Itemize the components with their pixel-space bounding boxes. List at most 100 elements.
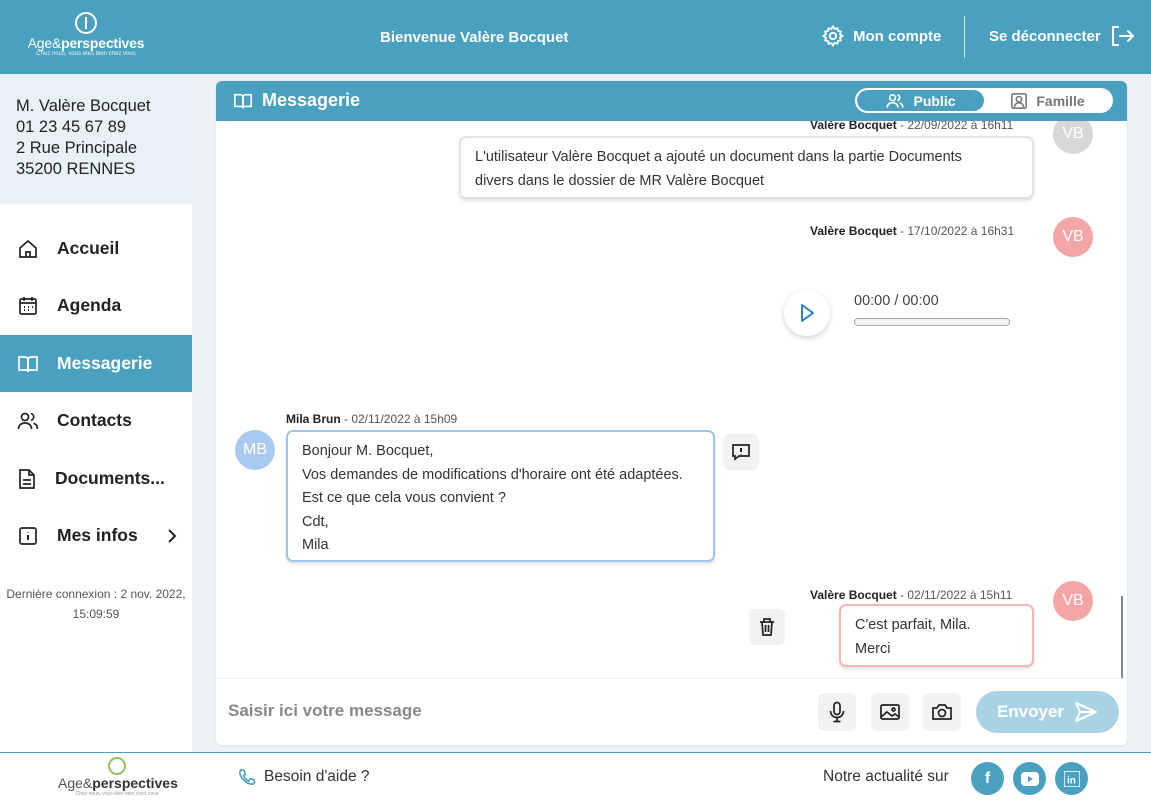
report-message-button[interactable] — [723, 434, 759, 470]
message-bubble: C'est parfait, Mila. Merci — [839, 604, 1034, 667]
top-header: Age&perspectives Chez nous, vous êtes bi… — [0, 0, 1151, 74]
sidebar-item-mes-infos[interactable]: Mes infos — [0, 507, 192, 564]
logo-wordmark: Age&perspectives — [27, 35, 145, 51]
scrollbar[interactable] — [1121, 596, 1123, 678]
message-line: Mila — [302, 537, 329, 553]
message-input[interactable]: Saisir ici votre message — [228, 701, 422, 721]
users-icon — [886, 93, 905, 108]
page-title: Messagerie — [232, 90, 360, 111]
report-icon — [732, 444, 750, 461]
document-icon — [19, 468, 35, 489]
last-login-time: 15:09:59 — [72, 607, 120, 621]
last-login-label: Dernière connexion : 2 nov. 2022, — [6, 587, 186, 601]
footer-logo[interactable]: Age&perspectives Chez nous, vous êtes bi… — [58, 757, 178, 797]
message-line: Bonjour M. Bocquet, — [302, 443, 434, 459]
sidebar-item-accueil[interactable]: Accueil — [0, 220, 192, 277]
message-bubble: Bonjour M. Bocquet, Vos demandes de modi… — [286, 430, 715, 562]
account-label: Mon compte — [853, 27, 942, 45]
message-line: L'utilisateur Valère Bocquet a ajouté un… — [475, 149, 962, 165]
contact-card-icon — [1011, 92, 1028, 109]
facebook-icon[interactable]: f — [971, 762, 1004, 795]
audio-time: 00:00 / 00:00 — [854, 293, 939, 309]
book-icon — [18, 355, 38, 372]
page-title-text: Messagerie — [262, 90, 361, 110]
message-meta: Valère Bocquet - 22/09/2022 à 16h11 — [810, 121, 1014, 132]
message-line: Est ce que cela vous convient ? — [302, 490, 506, 506]
delete-message-button[interactable] — [749, 609, 785, 645]
logo-tagline: Chez nous, vous êtes bien chez vous — [36, 51, 136, 57]
attach-image-button[interactable] — [871, 693, 909, 731]
welcome-text: Bienvenue Valère Bocquet — [380, 29, 569, 46]
youtube-icon[interactable] — [1013, 762, 1046, 795]
footer: Age&perspectives Chez nous, vous êtes bi… — [0, 752, 1151, 800]
record-audio-button[interactable] — [818, 693, 856, 731]
info-icon — [19, 526, 37, 545]
help-link[interactable]: Besoin d'aide ? — [238, 768, 370, 786]
avatar: MB — [235, 430, 275, 470]
users-icon — [17, 412, 39, 429]
youtube-play-icon — [1020, 771, 1039, 786]
sidebar-item-label: Accueil — [57, 238, 120, 258]
message-bubble: L'utilisateur Valère Bocquet a ajouté un… — [459, 136, 1034, 199]
sidebar-item-label: Documents... — [55, 468, 165, 488]
logout-label: Se déconnecter — [989, 27, 1101, 45]
footer-wordmark: Age&perspectives — [58, 775, 178, 791]
trash-icon — [760, 618, 774, 636]
linkedin-icon[interactable]: in — [1055, 762, 1088, 795]
sidebar-item-label: Messagerie — [57, 353, 153, 373]
message-line: Merci — [855, 640, 891, 657]
user-address: 2 Rue Principale — [16, 139, 138, 157]
header-divider — [964, 16, 965, 58]
brand-logo[interactable]: Age&perspectives Chez nous, vous êtes bi… — [22, 12, 150, 62]
logo-leaf-icon — [75, 12, 97, 34]
tab-famille-label: Famille — [1036, 92, 1085, 109]
logout-icon — [1111, 26, 1135, 46]
message-line: C'est parfait, Mila. — [855, 617, 971, 633]
home-icon — [19, 239, 37, 258]
sidebar-item-messagerie[interactable]: Messagerie — [0, 335, 192, 392]
svg-text:in: in — [1067, 775, 1076, 786]
audience-toggle: Public Famille — [855, 88, 1113, 113]
chevron-right-icon — [168, 528, 177, 543]
footer-tagline: Chez nous, vous êtes bien chez vous — [75, 791, 159, 797]
send-label: Envoyer — [996, 702, 1065, 721]
play-icon — [801, 304, 814, 322]
phone-icon — [238, 768, 256, 786]
audio-progress-bar[interactable] — [854, 318, 1010, 326]
sidebar-item-agenda[interactable]: Agenda — [0, 277, 192, 334]
account-link[interactable]: Mon compte — [821, 24, 941, 48]
sidebar-item-documents[interactable]: Documents... — [0, 450, 192, 507]
logout-link[interactable]: Se déconnecter — [989, 24, 1135, 48]
tab-famille[interactable]: Famille — [984, 90, 1111, 111]
sidebar-item-label: Contacts — [57, 410, 132, 430]
news-label: Notre actualité sur — [823, 768, 949, 785]
last-login: Dernière connexion : 2 nov. 2022, 15:09:… — [0, 584, 192, 624]
message-list[interactable]: Valère Bocquet - 22/09/2022 à 16h11 VB L… — [216, 121, 1127, 678]
sidebar-item-label: Agenda — [57, 295, 122, 315]
tab-public[interactable]: Public — [857, 90, 984, 111]
book-icon — [234, 93, 252, 108]
message-meta: Valère Bocquet - 17/10/2022 à 16h31 — [810, 224, 1015, 238]
logo-leaf-icon — [108, 757, 126, 775]
send-button[interactable]: Envoyer — [976, 691, 1119, 733]
linkedin-logo-icon: in — [1063, 770, 1080, 787]
user-name: M. Valère Bocquet — [16, 97, 151, 115]
avatar: VB — [1053, 581, 1093, 621]
sidebar: M. Valère Bocquet 01 23 45 67 89 2 Rue P… — [0, 74, 192, 752]
calendar-icon — [19, 296, 37, 315]
help-label: Besoin d'aide ? — [264, 768, 370, 785]
take-photo-button[interactable] — [923, 693, 961, 731]
messagerie-panel: Messagerie Public Famille Valère Bocquet… — [216, 81, 1127, 745]
message-meta: Mila Brun - 02/11/2022 à 15h09 — [286, 412, 458, 426]
user-card: M. Valère Bocquet 01 23 45 67 89 2 Rue P… — [0, 74, 192, 204]
message-meta: Valère Bocquet - 02/11/2022 à 15h11 — [810, 588, 1013, 602]
camera-icon — [932, 704, 952, 720]
gear-icon — [821, 24, 845, 48]
image-icon — [880, 704, 900, 720]
send-icon — [1075, 702, 1098, 722]
user-city: 35200 RENNES — [16, 160, 136, 178]
audio-play-button[interactable] — [784, 290, 830, 336]
message-line: Vos demandes de modifications d'horaire … — [302, 466, 683, 483]
tab-public-label: Public — [913, 92, 956, 109]
sidebar-item-contacts[interactable]: Contacts — [0, 392, 192, 449]
